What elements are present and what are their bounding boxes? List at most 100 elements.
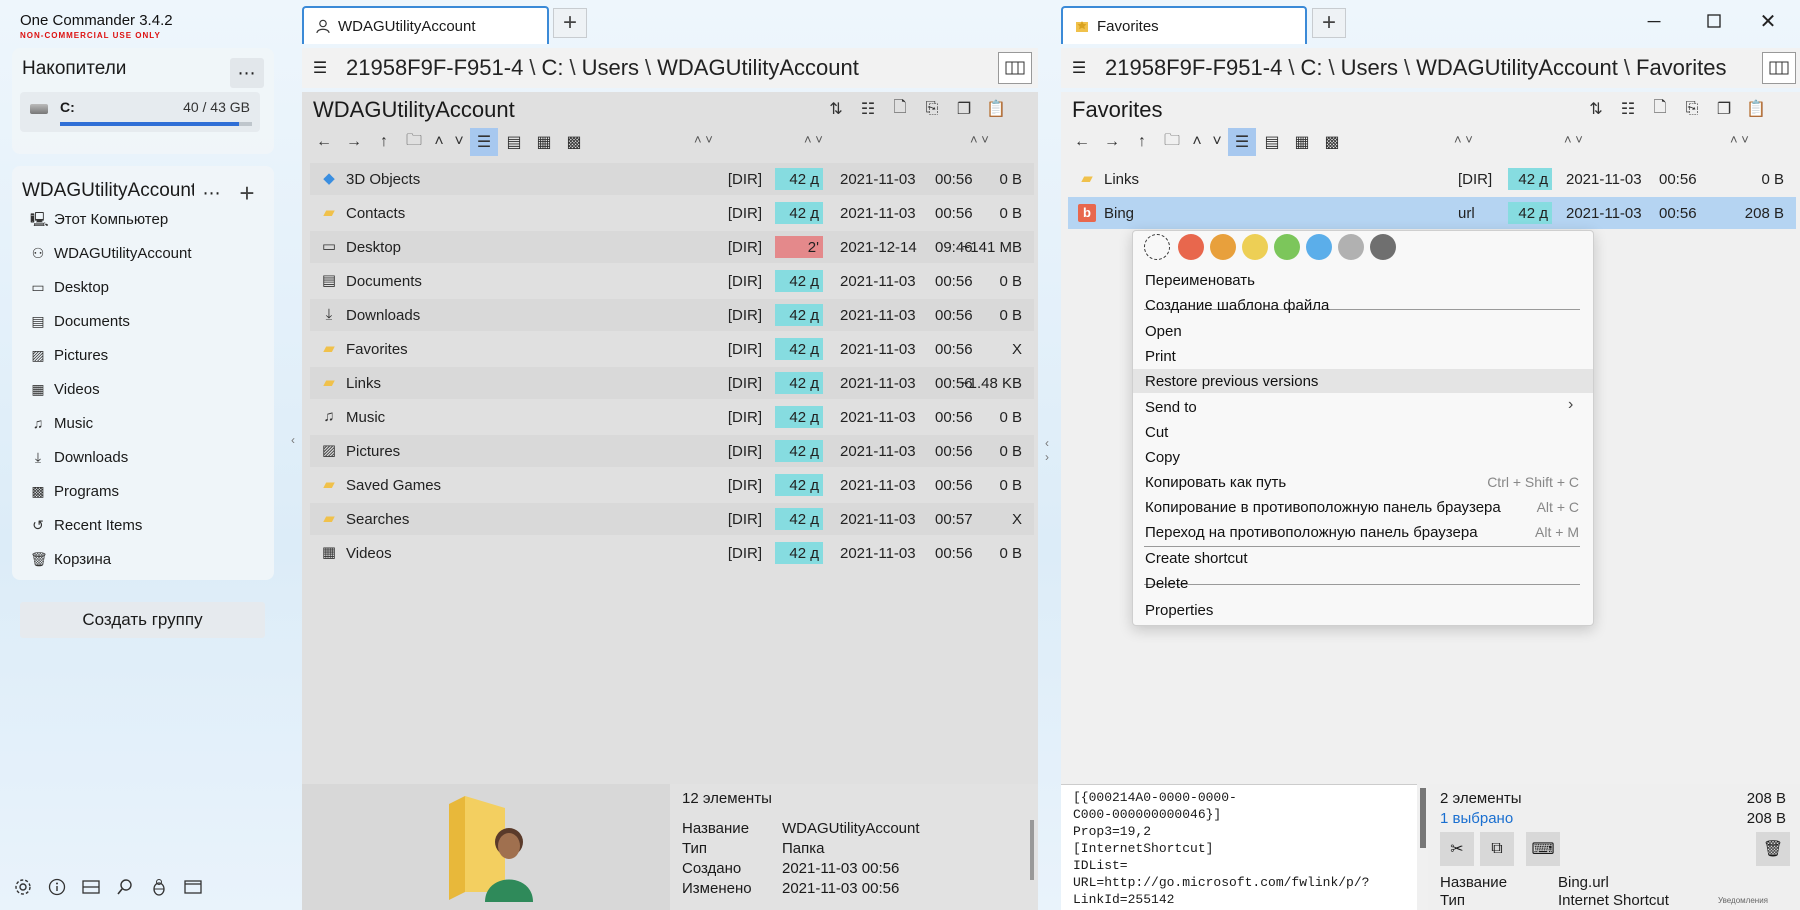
view-compact-icon[interactable]: ▦ <box>1288 128 1316 156</box>
crumb-drive[interactable]: C: <box>541 55 563 81</box>
menu-item[interactable]: Создание шаблона файла <box>1133 293 1593 317</box>
layout-icon[interactable] <box>76 872 106 902</box>
new-folder-icon[interactable]: ⎘ <box>918 95 946 123</box>
sort-icon[interactable]: ⇅ <box>1582 95 1610 123</box>
new-file-icon[interactable]: 🗋 <box>886 95 914 123</box>
right-columns-icon[interactable] <box>1762 52 1796 84</box>
sidebar-item[interactable]: ▭ Desktop <box>30 271 260 303</box>
menu-item[interactable]: Print <box>1133 344 1593 368</box>
note-icon[interactable]: ❐ <box>1710 95 1738 123</box>
right-selected-count[interactable]: 1 выбрано <box>1440 810 1513 827</box>
table-row[interactable]: ♫ Music [DIR] 42 д 2021-11-03 00:56 0 B <box>310 401 1034 433</box>
table-row[interactable]: ▨ Pictures [DIR] 42 д 2021-11-03 00:56 0 B <box>310 435 1034 467</box>
menu-item[interactable]: Send to <box>1133 395 1593 419</box>
new-file-icon[interactable]: 🗋 <box>1646 95 1674 123</box>
table-row[interactable]: ▦ Videos [DIR] 42 д 2021-11-03 00:56 0 B <box>310 537 1034 569</box>
info-icon[interactable] <box>42 872 72 902</box>
paste-icon[interactable]: 📋 <box>982 95 1010 123</box>
color-swatch[interactable] <box>1274 234 1300 260</box>
crumb-users[interactable]: Users <box>1341 55 1398 81</box>
sort-date-arrows[interactable]: ˄ ˅ <box>804 132 823 147</box>
table-row[interactable]: ▰ Links [DIR] 42 д 2021-11-03 00:56 0 B <box>1068 163 1796 195</box>
table-row[interactable]: ▰ Contacts [DIR] 42 д 2021-11-03 00:56 0 B <box>310 197 1034 229</box>
view-compact-icon[interactable]: ▦ <box>530 128 558 156</box>
table-row[interactable]: ▰ Favorites [DIR] 42 д 2021-11-03 00:56 X <box>310 333 1034 365</box>
sidebar-item[interactable]: ▦ Videos <box>30 373 260 405</box>
crumb-favorites[interactable]: Favorites <box>1636 55 1726 81</box>
left-menu-icon[interactable]: ☰ <box>302 48 338 88</box>
color-swatch[interactable] <box>1370 234 1396 260</box>
view-list-icon[interactable]: ☰ <box>1228 128 1256 156</box>
menu-item[interactable]: Properties <box>1133 598 1593 622</box>
table-row[interactable]: ▭ Desktop [DIR] 2' 2021-12-14 09:46 ~141 MB <box>310 231 1034 263</box>
menu-item[interactable]: Create shortcut <box>1133 546 1593 570</box>
folder-tree-icon[interactable]: 🗀 <box>1158 128 1186 156</box>
table-row[interactable]: ▰ Saved Games [DIR] 42 д 2021-11-03 00:56 0 B <box>310 469 1034 501</box>
sidebar-item[interactable]: ▨ Pictures <box>30 339 260 371</box>
crumb-account[interactable]: WDAGUtilityAccount <box>657 55 859 81</box>
view-list-icon[interactable]: ☰ <box>470 128 498 156</box>
sidebar-item[interactable]: ⤓ Downloads <box>30 441 260 473</box>
menu-item[interactable]: Open <box>1133 319 1593 343</box>
sort-size-arrows[interactable]: ˄ ˅ <box>970 132 989 147</box>
sidebar-item[interactable]: ▩ Programs <box>30 475 260 507</box>
bug-icon[interactable] <box>144 872 174 902</box>
settings-icon[interactable] <box>8 872 38 902</box>
table-row[interactable]: ▰ Searches [DIR] 42 д 2021-11-03 00:57 X <box>310 503 1034 535</box>
menu-item[interactable]: Delete <box>1133 571 1593 595</box>
view-grid-icon[interactable]: ▩ <box>1318 128 1346 156</box>
close-button[interactable]: ✕ <box>1748 6 1788 36</box>
color-swatch[interactable] <box>1306 234 1332 260</box>
menu-item[interactable]: Restore previous versions <box>1133 369 1593 393</box>
sidebar-item[interactable]: 🖳 Этот Компьютер <box>30 203 260 235</box>
back-icon[interactable]: ← <box>310 128 338 156</box>
right-splitter-handle[interactable]: ‹ › <box>1040 410 1054 490</box>
table-row[interactable]: ▰ Links [DIR] 42 д 2021-11-03 00:56 ~1.48 KB <box>310 367 1034 399</box>
color-swatch[interactable] <box>1242 234 1268 260</box>
maximize-button[interactable] <box>1694 6 1734 36</box>
copy-icon[interactable]: ⧉ <box>1480 832 1514 866</box>
color-none-swatch[interactable] <box>1144 234 1170 260</box>
back-icon[interactable]: ← <box>1068 128 1096 156</box>
sidebar-item[interactable]: ♫ Music <box>30 407 260 439</box>
search-icon[interactable] <box>110 872 140 902</box>
rename-icon[interactable]: ⌨ <box>1526 832 1560 866</box>
menu-item[interactable]: Cut <box>1133 420 1593 444</box>
table-row[interactable]: b Bing url 42 д 2021-11-03 00:56 208 B <box>1068 197 1796 229</box>
expand-icon[interactable]: ˅ <box>450 128 468 156</box>
table-row[interactable]: ▤ Documents [DIR] 42 д 2021-11-03 00:56 0 B <box>310 265 1034 297</box>
menu-item[interactable]: Копирование в противоположную панель бра… <box>1133 495 1593 519</box>
note-icon[interactable]: ❐ <box>950 95 978 123</box>
paste-icon[interactable]: 📋 <box>1742 95 1770 123</box>
color-swatch[interactable] <box>1338 234 1364 260</box>
crumb-account[interactable]: WDAGUtilityAccount <box>1416 55 1618 81</box>
forward-icon[interactable]: → <box>340 128 368 156</box>
menu-item[interactable]: Переход на противоположную панель браузе… <box>1133 520 1593 544</box>
forward-icon[interactable]: → <box>1098 128 1126 156</box>
left-splitter-handle[interactable]: ‹ <box>286 410 300 470</box>
right-add-tab-button[interactable]: + <box>1312 8 1346 38</box>
sidebar-item[interactable]: ▤ Documents <box>30 305 260 337</box>
preview-scrollbar[interactable] <box>1420 788 1426 848</box>
collapse-icon[interactable]: ˄ <box>1188 128 1206 156</box>
color-swatch[interactable] <box>1178 234 1204 260</box>
left-tab[interactable]: WDAGUtilityAccount <box>302 6 549 44</box>
up-icon[interactable]: ↑ <box>370 128 398 156</box>
sort-size-arrows[interactable]: ˄ ˅ <box>1730 132 1749 147</box>
folder-tree-icon[interactable]: 🗀 <box>400 128 428 156</box>
delete-icon[interactable]: 🗑 <box>1756 832 1790 866</box>
collapse-icon[interactable]: ˄ <box>430 128 448 156</box>
sidebar-item[interactable]: 🗑 Корзина <box>30 543 260 575</box>
crumb-machine[interactable]: 21958F9F-F951-4 <box>1105 55 1282 81</box>
table-row[interactable]: ◆ 3D Objects [DIR] 42 д 2021-11-03 00:56 0 B <box>310 163 1034 195</box>
left-columns-icon[interactable] <box>998 52 1032 84</box>
window-icon[interactable] <box>178 872 208 902</box>
crumb-drive[interactable]: C: <box>1300 55 1322 81</box>
crumb-users[interactable]: Users <box>582 55 639 81</box>
sidebar-item[interactable]: ⚇ WDAGUtilityAccount <box>30 237 260 269</box>
sort-type-arrows[interactable]: ˄ ˅ <box>694 132 713 147</box>
sidebar-item[interactable]: ↺ Recent Items <box>30 509 260 541</box>
notifications-label[interactable]: Уведомления <box>1718 896 1768 905</box>
create-group-button[interactable]: Создать группу <box>20 602 265 638</box>
color-swatch[interactable] <box>1210 234 1236 260</box>
